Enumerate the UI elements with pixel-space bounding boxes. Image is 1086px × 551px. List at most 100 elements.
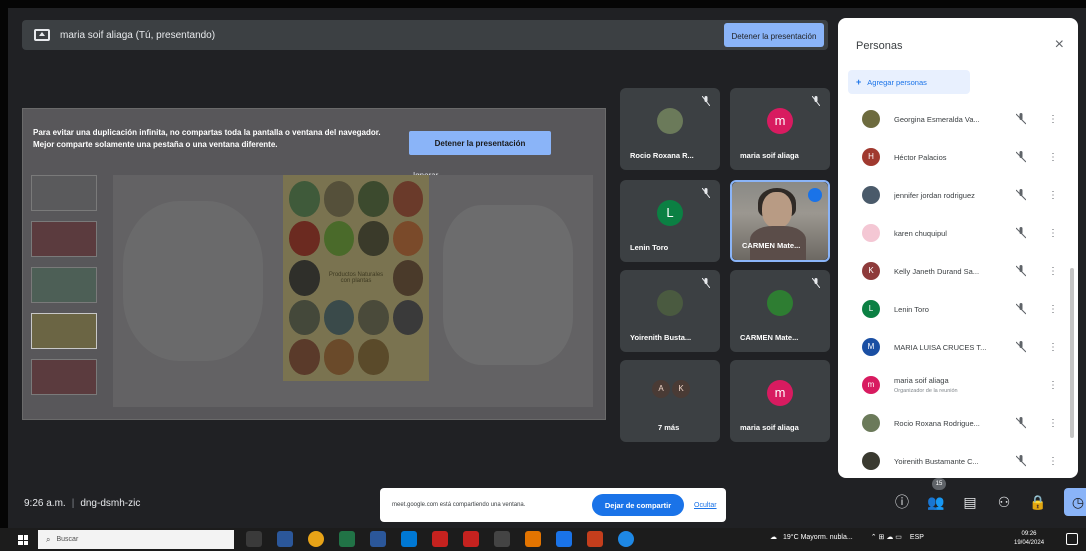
timer-icon[interactable]: ◷: [1064, 488, 1086, 516]
person-avatar: [862, 224, 880, 242]
participant-name: maria soif aliaga: [740, 151, 799, 160]
participant-avatar: m: [767, 380, 793, 406]
more-options-icon[interactable]: ⋮: [1048, 304, 1058, 315]
person-row[interactable]: Yoirenith Bustamante C... ⋮: [838, 442, 1070, 478]
word-icon[interactable]: [370, 531, 386, 547]
meeting-time: 9:26 a.m.: [24, 498, 66, 509]
participant-name: maria soif aliaga: [740, 423, 799, 432]
windows-taskbar: ⌕ Buscar ☁ 19°C Mayorm. nubla... ⌃ ⊞ ☁ ▭…: [0, 528, 1086, 551]
plant-image: [289, 181, 320, 217]
add-people-button[interactable]: + Agregar personas: [848, 70, 970, 94]
plant-image: [289, 260, 320, 296]
participant-tile[interactable]: m maria soif aliaga: [730, 88, 830, 170]
taskbar-search[interactable]: ⌕ Buscar: [38, 530, 234, 549]
panel-scrollbar[interactable]: [1070, 268, 1074, 438]
notifications-icon[interactable]: [1066, 533, 1078, 545]
excel-icon[interactable]: [339, 531, 355, 547]
info-icon[interactable]: ⓘ: [888, 488, 916, 516]
participant-tile-active[interactable]: CARMEN Mate...: [730, 180, 830, 262]
participant-photo: [657, 108, 683, 134]
weather-text[interactable]: 19°C Mayorm. nubla...: [783, 534, 853, 541]
gmail-icon[interactable]: [432, 531, 448, 547]
slide-decoration: [443, 205, 573, 365]
keyboard-language[interactable]: ESP: [910, 534, 924, 541]
taskbar-clock[interactable]: 09:26 19/04/2024: [1014, 530, 1044, 548]
chat-icon[interactable]: ▤: [956, 488, 984, 516]
person-row[interactable]: jennifer jordan rodriguez ⋮: [838, 176, 1070, 214]
mic-off-icon[interactable]: [1016, 189, 1026, 201]
more-options-icon[interactable]: ⋮: [1048, 266, 1058, 277]
participant-tile[interactable]: Rocio Roxana R...: [620, 88, 720, 170]
stop-presentation-button[interactable]: Detener la presentación: [409, 131, 551, 155]
app-icon[interactable]: [494, 531, 510, 547]
mic-off-icon[interactable]: [1016, 113, 1026, 125]
more-options-icon[interactable]: ⋮: [1048, 114, 1058, 125]
participant-avatar: A: [652, 380, 670, 398]
slide-thumbnail[interactable]: [31, 359, 97, 395]
mic-off-icon: [702, 188, 710, 198]
windows-start-icon[interactable]: [18, 535, 28, 545]
person-row[interactable]: L Lenin Toro ⋮: [838, 290, 1070, 328]
participant-tile[interactable]: Yoirenith Busta...: [620, 270, 720, 352]
stop-presenting-button[interactable]: Detener la presentación: [724, 23, 824, 47]
plant-image: [323, 339, 354, 375]
clock-date: 19/04/2024: [1014, 540, 1045, 546]
app-icon[interactable]: [556, 531, 572, 547]
slide-thumbnail[interactable]: [31, 221, 97, 257]
taskbar-apps: [246, 531, 649, 547]
more-options-icon[interactable]: ⋮: [1048, 152, 1058, 163]
host-controls-icon[interactable]: 🔒: [1024, 488, 1052, 516]
mic-off-icon[interactable]: [1016, 303, 1026, 315]
more-options-icon[interactable]: ⋮: [1048, 418, 1058, 429]
meeting-controls: ⓘ 15 👥 ▤ ⚇ 🔒 ◷: [888, 478, 1086, 516]
participant-tile[interactable]: CARMEN Mate...: [730, 270, 830, 352]
mic-off-icon[interactable]: [1016, 227, 1026, 239]
person-row[interactable]: H Héctor Palacios ⋮: [838, 138, 1070, 176]
duplication-warning: Para evitar una duplicación infinita, no…: [33, 128, 381, 149]
person-row[interactable]: m maria soif aliaga Organizador de la reun…: [838, 366, 1070, 404]
tray-icons[interactable]: ⌃ ⊞ ☁ ▭: [871, 533, 902, 541]
more-options-icon[interactable]: ⋮: [1048, 342, 1058, 353]
app-icon[interactable]: [277, 531, 293, 547]
person-row[interactable]: Georgina Esmeralda Va... ⋮: [838, 100, 1070, 138]
person-name: Kelly Janeth Durand Sa...: [894, 266, 980, 276]
app-icon[interactable]: [525, 531, 541, 547]
participant-tile[interactable]: L Lenin Toro: [620, 180, 720, 262]
person-row[interactable]: K Kelly Janeth Durand Sa... ⋮: [838, 252, 1070, 290]
close-icon[interactable]: ×: [1055, 36, 1064, 54]
slide-thumbnail[interactable]: [31, 267, 97, 303]
mic-off-icon: [702, 96, 710, 106]
chrome-icon[interactable]: [308, 531, 324, 547]
person-row[interactable]: M MARIA LUISA CRUCES T... ⋮: [838, 328, 1070, 366]
more-options-icon[interactable]: ⋮: [1048, 190, 1058, 201]
add-people-label: Agregar personas: [867, 77, 927, 87]
powerpoint-icon[interactable]: [587, 531, 603, 547]
person-row[interactable]: Rocio Roxana Rodrigue... ⋮: [838, 404, 1070, 442]
stop-sharing-button[interactable]: Dejar de compartir: [592, 494, 684, 516]
participant-tile[interactable]: m maria soif aliaga: [730, 360, 830, 442]
more-options-icon[interactable]: ⋮: [1048, 456, 1058, 467]
hide-button[interactable]: Ocultar: [694, 502, 717, 509]
more-options-icon[interactable]: ⋮: [1048, 380, 1058, 391]
task-view-icon[interactable]: [246, 531, 262, 547]
more-participants-tile[interactable]: A K 7 más: [620, 360, 720, 442]
person-row[interactable]: karen chuquipul ⋮: [838, 214, 1070, 252]
acrobat-icon[interactable]: [463, 531, 479, 547]
mic-off-icon[interactable]: [1016, 341, 1026, 353]
mic-off-icon[interactable]: [1016, 151, 1026, 163]
mic-off-icon[interactable]: [1016, 417, 1026, 429]
plant-image: [289, 299, 320, 336]
system-tray: ☁ 19°C Mayorm. nubla... ⌃ ⊞ ☁ ▭ ESP: [770, 533, 924, 542]
people-list: Georgina Esmeralda Va... ⋮ H Héctor Palacio…: [838, 100, 1070, 478]
more-options-icon[interactable]: ⋮: [1048, 228, 1058, 239]
participant-photo: [767, 290, 793, 316]
people-icon[interactable]: 15 👥: [922, 478, 950, 516]
app-icon[interactable]: [618, 531, 634, 547]
mic-off-icon[interactable]: [1016, 455, 1026, 467]
activities-icon[interactable]: ⚇: [990, 488, 1018, 516]
participant-name: CARMEN Mate...: [742, 241, 801, 250]
slide-thumbnail[interactable]: [31, 175, 97, 211]
app-icon[interactable]: [401, 531, 417, 547]
slide-thumbnail[interactable]: [31, 313, 97, 349]
mic-off-icon[interactable]: [1016, 265, 1026, 277]
